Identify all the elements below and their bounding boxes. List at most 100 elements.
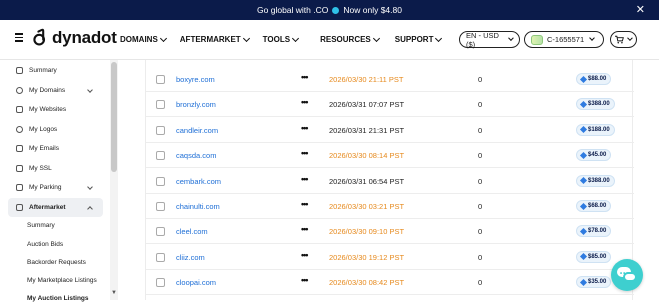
- row-checkbox[interactable]: [156, 100, 165, 110]
- row-checkbox[interactable]: [156, 227, 165, 237]
- domain-link[interactable]: cembark.com: [176, 177, 221, 186]
- sidebar-item-my-websites[interactable]: My Websites: [16, 106, 66, 113]
- domain-link[interactable]: bronzly.com: [176, 100, 216, 109]
- price-badge[interactable]: $45.00: [576, 149, 612, 162]
- brand-logo[interactable]: dynadot: [32, 28, 117, 48]
- sidebar-item-aftermarket[interactable]: Aftermarket: [16, 204, 93, 212]
- chevron-down-icon: [589, 35, 595, 41]
- price-badge[interactable]: $388.00: [576, 98, 615, 111]
- more-options-icon[interactable]: •••: [301, 148, 309, 158]
- price-value: $68.00: [588, 203, 607, 209]
- more-options-icon[interactable]: •••: [301, 72, 309, 82]
- promo-text-1: Go global with .CO: [257, 5, 329, 15]
- sidebar-item-summary[interactable]: Summary: [16, 67, 57, 74]
- sidebar-item-label: Aftermarket: [29, 204, 66, 211]
- language-currency-select[interactable]: EN - USD ($): [459, 31, 520, 49]
- sidebar-item-label: Summary: [29, 67, 57, 74]
- price-value: $388.00: [588, 177, 610, 184]
- nav-support[interactable]: SUPPORT: [395, 34, 443, 44]
- row-checkbox[interactable]: [156, 75, 165, 84]
- table-row[interactable]: candleir.com ••• 2026/03/31 21:31 PST 0 $188…: [146, 118, 634, 143]
- price-badge[interactable]: $88.00: [576, 73, 612, 85]
- sidebar-subitem-auction-listings[interactable]: My Auction Listings: [27, 295, 89, 302]
- more-options-icon[interactable]: •••: [301, 97, 309, 107]
- nav-aftermarket[interactable]: AFTERMARKET: [180, 34, 250, 44]
- nav-domains[interactable]: DOMAINS: [120, 34, 167, 44]
- bid-count: 0: [478, 100, 483, 110]
- brand-name: dynadot: [52, 28, 117, 47]
- bid-count: 0: [478, 151, 483, 161]
- more-options-icon[interactable]: •••: [301, 224, 309, 234]
- menu-icon[interactable]: [15, 33, 23, 42]
- nav-tools[interactable]: TOOLS: [263, 34, 300, 44]
- chevron-down-icon: [627, 35, 633, 41]
- lock-icon: [16, 165, 23, 172]
- sidebar-scroll-thumb[interactable]: [111, 62, 117, 172]
- more-options-icon[interactable]: •••: [301, 199, 309, 209]
- sidebar-item-my-parking[interactable]: My Parking: [16, 184, 93, 191]
- row-checkbox[interactable]: [156, 151, 165, 161]
- sidebar-item-my-emails[interactable]: My Emails: [16, 145, 59, 152]
- price-value: $188.00: [588, 126, 610, 133]
- sidebar-subitem-summary[interactable]: Summary: [27, 222, 55, 229]
- table-row[interactable]: cloopai.com ••• 2026/03/30 08:42 PST 0 $35.0…: [146, 270, 634, 296]
- tag-icon: [579, 278, 588, 286]
- table-row[interactable]: cliiz.com ••• 2026/03/30 19:12 PST 0 $85.00: [146, 245, 634, 270]
- sidebar-subitem-backorder-requests[interactable]: Backorder Requests: [27, 259, 86, 266]
- parking-icon: [16, 184, 23, 191]
- sidebar-item-my-domains[interactable]: My Domains: [16, 87, 93, 94]
- price-badge[interactable]: $85.00: [576, 250, 612, 263]
- bid-count: 0: [478, 252, 483, 262]
- row-checkbox[interactable]: [156, 252, 165, 262]
- row-checkbox[interactable]: [156, 125, 165, 135]
- scroll-down-icon[interactable]: ▼: [110, 290, 118, 300]
- price-badge[interactable]: $388.00: [576, 174, 615, 187]
- price-value: $78.00: [588, 228, 607, 235]
- bid-count: 0: [478, 125, 483, 135]
- domain-link[interactable]: cleel.com: [176, 227, 208, 236]
- price-badge[interactable]: $78.00: [576, 225, 612, 238]
- end-date: 2026/03/31 21:31 PST: [329, 125, 405, 135]
- domain-link[interactable]: boxyre.com: [176, 75, 215, 84]
- more-options-icon[interactable]: •••: [301, 123, 309, 133]
- account-menu[interactable]: C-1655571: [524, 31, 604, 48]
- table-row[interactable]: boxyre.com ••• 2026/03/30 21:11 PST 0 $88.00: [146, 67, 634, 92]
- price-badge[interactable]: $188.00: [576, 123, 615, 136]
- tag-icon: [579, 177, 588, 185]
- nav-resources[interactable]: RESOURCES: [320, 34, 380, 44]
- table-row[interactable]: cembark.com ••• 2026/03/31 06:54 PST 0 $388.…: [146, 169, 634, 194]
- domain-link[interactable]: cloopai.com: [176, 278, 216, 287]
- end-date: 2026/03/30 08:14 PST: [329, 151, 405, 161]
- price-badge[interactable]: $68.00: [576, 200, 612, 212]
- sidebar-subitem-marketplace-listings[interactable]: My Marketplace Listings: [27, 277, 97, 284]
- price-badge[interactable]: $35.00: [576, 276, 612, 289]
- domain-link[interactable]: chainulti.com: [176, 202, 220, 211]
- chat-button[interactable]: •••: [611, 259, 643, 291]
- more-options-icon[interactable]: •••: [301, 275, 309, 285]
- dynadot-logo-icon: [33, 28, 46, 46]
- tag-icon: [579, 227, 588, 235]
- table-row[interactable]: cleel.com ••• 2026/03/30 09:10 PST 0 $78.00: [146, 219, 634, 245]
- row-checkbox[interactable]: [156, 202, 165, 211]
- row-checkbox[interactable]: [156, 176, 165, 186]
- domain-link[interactable]: caqsda.com: [176, 151, 216, 160]
- close-icon[interactable]: ✕: [636, 3, 645, 16]
- table-row[interactable]: caqsda.com ••• 2026/03/30 08:14 PST 0 $45.00: [146, 143, 634, 169]
- more-options-icon[interactable]: •••: [301, 250, 309, 260]
- sidebar-item-my-ssl[interactable]: My SSL: [16, 165, 52, 172]
- cart-button[interactable]: [610, 31, 637, 48]
- table-row[interactable]: chainulti.com ••• 2026/03/30 03:21 PST 0 $68…: [146, 194, 634, 219]
- sidebar-item-my-logos[interactable]: My Logos: [16, 126, 57, 133]
- tag-icon: [16, 204, 23, 211]
- table-row[interactable]: bronzly.com ••• 2026/03/31 07:07 PST 0 $388.…: [146, 92, 634, 118]
- domain-link[interactable]: cliiz.com: [176, 253, 205, 262]
- sidebar-item-label: My Logos: [29, 126, 58, 133]
- row-checkbox[interactable]: [156, 278, 165, 288]
- sidebar-subitem-auction-bids[interactable]: Auction Bids: [27, 241, 63, 248]
- domain-link[interactable]: candleir.com: [176, 126, 218, 135]
- more-options-icon[interactable]: •••: [301, 174, 309, 184]
- price-value: $35.00: [588, 279, 607, 286]
- tag-icon: [579, 151, 588, 159]
- tag-icon: [579, 253, 588, 261]
- promo-banner[interactable]: Go global with .CO Now only $4.80 ✕: [0, 0, 659, 20]
